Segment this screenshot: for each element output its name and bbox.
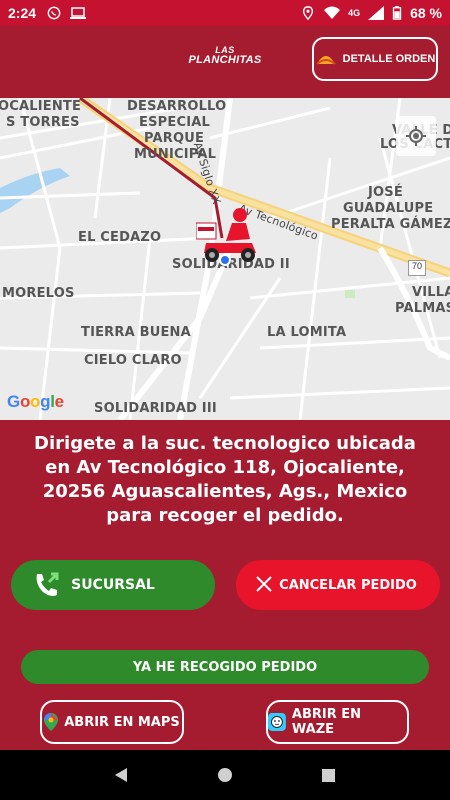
abrir-en-maps-button[interactable]: ABRIR EN MAPS xyxy=(40,700,184,744)
route-70-shield: 70 xyxy=(408,260,426,276)
google-logo: Google xyxy=(7,392,64,411)
map-label-guadalupe: GUADALUPE xyxy=(343,201,434,216)
home-icon[interactable] xyxy=(215,765,235,785)
map-label-tierra-buena: TIERRA BUENA xyxy=(81,325,191,340)
waze-icon xyxy=(268,713,286,731)
detalle-orden-button[interactable]: DETALLE ORDEN xyxy=(312,37,438,81)
battery-level: 68 % xyxy=(410,5,442,21)
wifi-icon xyxy=(324,6,341,19)
crosshair-icon xyxy=(406,126,426,146)
waze-label: ABRIR EN WAZE xyxy=(291,707,362,737)
abrir-en-waze-button[interactable]: ABRIR EN WAZE xyxy=(266,700,409,744)
detalle-orden-label: DETALLE ORDEN xyxy=(342,53,436,65)
recents-icon[interactable] xyxy=(318,765,338,785)
location-icon xyxy=(302,6,314,20)
taco-icon xyxy=(315,56,336,65)
app-header: LAS PLANCHITAS DETALLE ORDEN xyxy=(0,26,450,98)
maps-label: ABRIR EN MAPS xyxy=(64,714,180,730)
map-label-morelos: MORELOS xyxy=(2,286,75,301)
map-label-villa: VILLA xyxy=(412,285,450,300)
map-label-cielo-claro: CIELO CLARO xyxy=(84,353,182,368)
signal-icon xyxy=(368,6,385,20)
cancelar-pedido-button[interactable]: CANCELAR PEDIDO xyxy=(236,560,440,610)
map-label-las-torres: S TORRES xyxy=(6,115,80,130)
network-type: 4G xyxy=(348,8,361,18)
ya-he-recogido-button[interactable]: YA HE RECOGIDO PEDIDO xyxy=(21,650,429,684)
status-time: 2:24 xyxy=(8,5,37,21)
status-bar: 2:24 4G 68 % xyxy=(0,0,450,26)
map-label-especial: ESPECIAL xyxy=(139,115,210,130)
sucursal-button[interactable]: SUCURSAL xyxy=(11,560,215,610)
pickup-instructions: Dirigete a la suc. tecnologico ubicada e… xyxy=(34,433,416,526)
whatsapp-icon xyxy=(47,6,61,20)
map-label-el-cedazo: EL CEDAZO xyxy=(78,230,162,245)
map-label-palmas: PALMAS xyxy=(395,301,450,316)
las-planchitas-logo: LAS PLANCHITAS xyxy=(188,45,262,66)
map-view[interactable]: OCALIENTE S TORRES DESARROLLO ESPECIAL P… xyxy=(0,98,450,420)
map-label-la-lomita: LA LOMITA xyxy=(267,325,347,340)
google-maps-icon xyxy=(44,713,59,731)
system-nav-bar xyxy=(0,750,450,800)
recogido-label: YA HE RECOGIDO PEDIDO xyxy=(132,659,318,675)
map-label-desarrollo: DESARROLLO xyxy=(127,99,227,114)
map-label-solidaridad-iii: SOLIDARIDAD III xyxy=(94,401,217,416)
my-location-button[interactable] xyxy=(396,116,436,156)
map-label-ojocaliente: OCALIENTE xyxy=(0,99,82,114)
cancelar-label: CANCELAR PEDIDO xyxy=(279,577,417,593)
back-icon[interactable] xyxy=(112,765,132,785)
battery-icon xyxy=(392,6,402,20)
current-location-dot xyxy=(219,254,231,266)
sucursal-label: SUCURSAL xyxy=(71,577,155,593)
close-icon xyxy=(256,576,272,592)
map-label-jose: JOSÉ xyxy=(368,185,403,200)
laptop-icon xyxy=(70,7,87,19)
phone-call-icon xyxy=(36,572,59,596)
map-label-peralta: PERALTA GÁMEZ xyxy=(331,217,450,232)
